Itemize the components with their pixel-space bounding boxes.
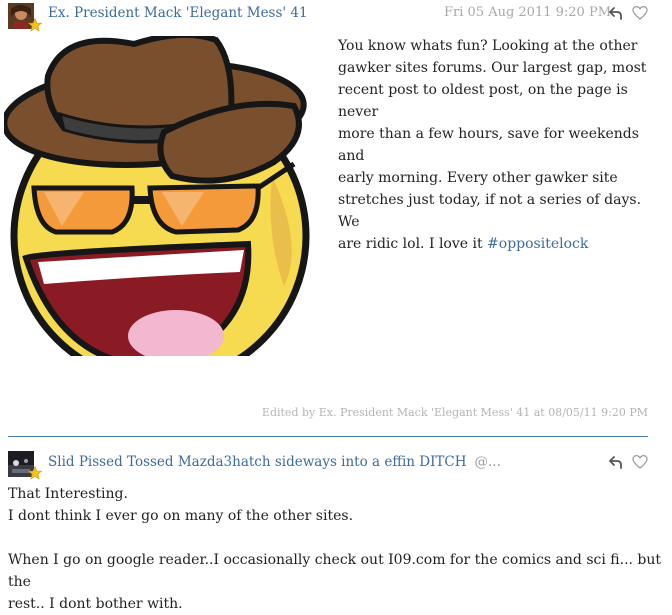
avatar[interactable] — [8, 451, 42, 480]
post-body: You know whats fun? Looking at the other… — [338, 35, 658, 255]
post-line: early morning. Every other gawker site — [338, 170, 618, 186]
star-badge-icon — [28, 466, 42, 480]
post-timestamp: Fri 05 Aug 2011 9:20 PM — [444, 5, 612, 20]
author-link[interactable]: Ex. President Mack 'Elegant Mess' 41 — [48, 5, 308, 21]
post-line: When I go on google reader..I occasional… — [8, 552, 662, 590]
post-line: rest.. I dont bother with. — [8, 596, 183, 612]
heart-icon[interactable] — [632, 454, 648, 470]
reply-icon[interactable] — [608, 5, 624, 21]
awesome-face-with-fedora-icon — [4, 36, 310, 356]
comment-post: Slid Pissed Tossed Mazda3hatch sideways … — [0, 437, 672, 615]
post-line: You know whats fun? Looking at the other — [338, 38, 638, 54]
post-line: stretches just today, if not a series of… — [338, 192, 642, 230]
mention-handle[interactable]: @... — [475, 454, 501, 470]
reply-icon[interactable] — [608, 454, 624, 470]
post-body: That Interesting. I dont think I ever go… — [8, 483, 668, 615]
heart-icon[interactable] — [632, 5, 648, 21]
avatar[interactable] — [8, 3, 42, 32]
post-line-last: are ridic lol. I love it #oppositelock — [338, 233, 658, 255]
star-badge-icon — [28, 18, 42, 32]
comment-post: Ex. President Mack 'Elegant Mess' 41 Fri… — [0, 0, 672, 436]
post-line: are ridic lol. I love it — [338, 236, 488, 252]
post-line: gawker sites forums. Our largest gap, mo… — [338, 60, 647, 76]
author-link[interactable]: Slid Pissed Tossed Mazda3hatch sideways … — [48, 454, 467, 470]
awesome-face-image — [4, 36, 310, 356]
hashtag-link[interactable]: #oppositelock — [487, 236, 588, 252]
post-line: recent post to oldest post, on the page … — [338, 82, 628, 120]
post-line: That Interesting. — [8, 486, 128, 502]
edited-note: Edited by Ex. President Mack 'Elegant Me… — [261, 406, 648, 419]
post-line: more than a few hours, save for weekends… — [338, 126, 639, 164]
post-line: I dont think I ever go on many of the ot… — [8, 508, 354, 524]
author-row: Slid Pissed Tossed Mazda3hatch sideways … — [48, 454, 501, 470]
